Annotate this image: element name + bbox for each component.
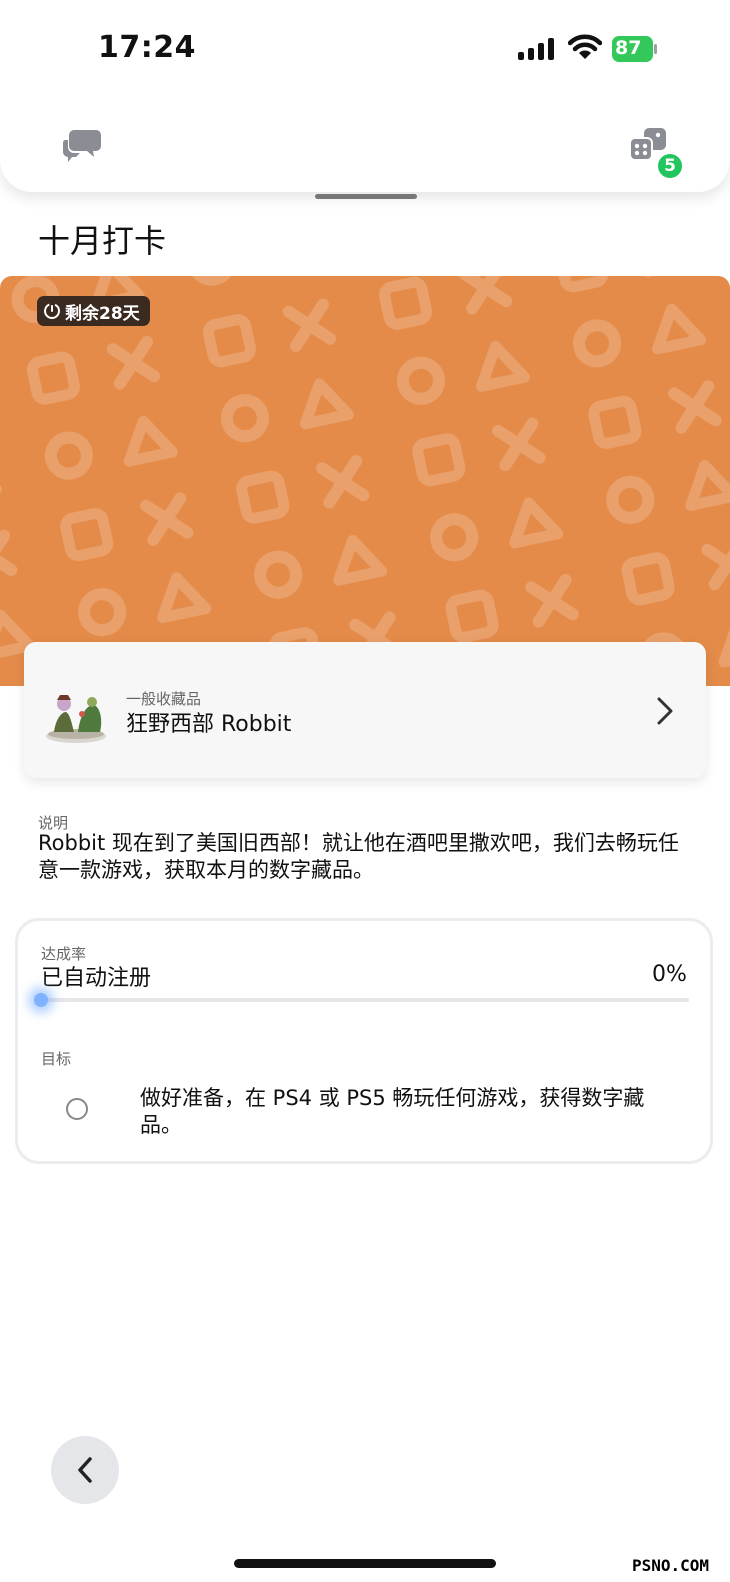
registration-status: 已自动注册: [41, 966, 152, 991]
top-header: [0, 0, 730, 192]
signal-icon: [518, 38, 554, 60]
banner: [0, 276, 730, 686]
battery-level: 87: [615, 37, 642, 59]
wifi-icon: [568, 34, 602, 59]
remaining-days-chip: 剩余28天: [37, 296, 150, 326]
goal-text: 做好准备，在 PS4 或 PS5 畅玩任何游戏，获得数字藏品。: [140, 1086, 645, 1137]
drag-handle[interactable]: [315, 194, 417, 199]
goal-label: 目标: [41, 1050, 72, 1068]
page-title: 十月打卡: [38, 222, 167, 260]
back-arrow-icon: [78, 1457, 92, 1483]
battery-icon: 87: [612, 36, 658, 62]
chevron-right-icon[interactable]: [656, 696, 674, 726]
back-button[interactable]: [51, 1436, 119, 1504]
remaining-days-label: 剩余28天: [65, 303, 140, 324]
collectible-thumbnail: [46, 695, 106, 743]
progress-indicator: [34, 993, 48, 1007]
notification-badge: 5: [656, 152, 684, 180]
home-indicator[interactable]: [234, 1559, 496, 1568]
timer-icon: [44, 303, 60, 319]
watermark: PSNO.COM: [632, 1556, 710, 1575]
chat-icon[interactable]: [62, 128, 102, 162]
completion-rate-value: 0%: [652, 962, 687, 987]
goal-checkbox[interactable]: [66, 1098, 88, 1120]
collectible-name: 狂野西部 Robbit: [126, 712, 292, 737]
banner-pattern: [0, 276, 730, 686]
description-text: Robbit 现在到了美国旧西部！就让他在酒吧里撒欢吧，我们去畅玩任意一款游戏，…: [38, 831, 679, 882]
status-time: 17:24: [98, 30, 196, 65]
progress-track: [41, 998, 689, 1002]
